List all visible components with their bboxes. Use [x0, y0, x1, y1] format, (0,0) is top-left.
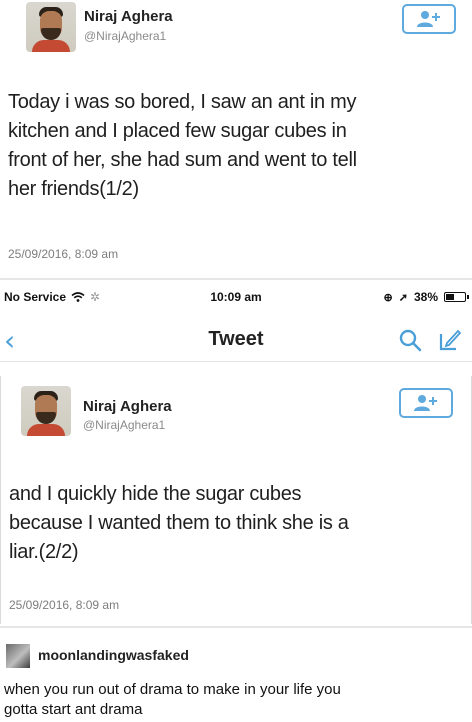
follow-button[interactable]	[402, 4, 456, 34]
nav-actions	[398, 328, 462, 352]
location-icon: ➚	[398, 291, 408, 304]
battery-status: ⊕ ➚ 38%	[383, 290, 469, 304]
tweet-text: and I quickly hide the sugar cubes becau…	[9, 480, 349, 567]
tweet-text-line: and I quickly hide the sugar cubes	[9, 483, 302, 505]
lock-rotation-icon: ⊕	[383, 291, 393, 304]
post-text-line: when you run out of drama to make in you…	[4, 681, 341, 698]
nav-bar: ‹ Tweet	[0, 318, 472, 362]
tweet-date: 25/09/2016, 8:09 am	[8, 247, 119, 261]
author-name[interactable]: Niraj Aghera	[84, 8, 173, 25]
comment-post: moonlandingwasfaked when you run out of …	[0, 634, 472, 722]
post-text-line: gotta start ant drama	[4, 701, 143, 718]
tweet-text-line: Today i was so bored, I saw an ant in my	[8, 91, 357, 113]
tweet-text-line: because I wanted them to think she is a	[9, 512, 349, 534]
search-icon[interactable]	[398, 328, 422, 352]
post-username[interactable]: moonlandingwasfaked	[38, 647, 189, 663]
tweet-text-line: liar.(2/2)	[9, 541, 79, 563]
tweet-card-1: Niraj Aghera @NirajAghera1 Today i was s…	[0, 0, 472, 276]
compose-icon[interactable]	[438, 328, 462, 352]
tweet-text-line: her friends(1/2)	[8, 178, 139, 200]
post-text: when you run out of drama to make in you…	[4, 680, 464, 720]
add-user-icon	[414, 395, 437, 411]
tweet-date: 25/09/2016, 8:09 am	[9, 598, 120, 612]
battery-icon	[444, 292, 469, 302]
tweet-text-line: kitchen and I placed few sugar cubes in	[8, 120, 347, 142]
divider	[0, 278, 472, 280]
author-name[interactable]: Niraj Aghera	[83, 398, 172, 415]
user-avatar[interactable]	[6, 644, 30, 668]
divider	[0, 626, 472, 628]
follow-button[interactable]	[399, 388, 453, 418]
author-handle[interactable]: @NirajAghera1	[84, 29, 166, 43]
add-user-icon	[417, 11, 440, 27]
tweet-text: Today i was so bored, I saw an ant in my…	[8, 88, 357, 204]
avatar[interactable]	[26, 2, 76, 52]
tweet-text-line: front of her, she had sum and went to te…	[8, 149, 357, 171]
avatar[interactable]	[21, 386, 71, 436]
author-handle[interactable]: @NirajAghera1	[83, 418, 165, 432]
status-bar: No Service ✲ 10:09 am ⊕ ➚ 38%	[0, 286, 472, 308]
battery-percent: 38%	[413, 290, 438, 304]
tweet-card-2: Niraj Aghera @NirajAghera1 and I quickly…	[0, 376, 472, 624]
